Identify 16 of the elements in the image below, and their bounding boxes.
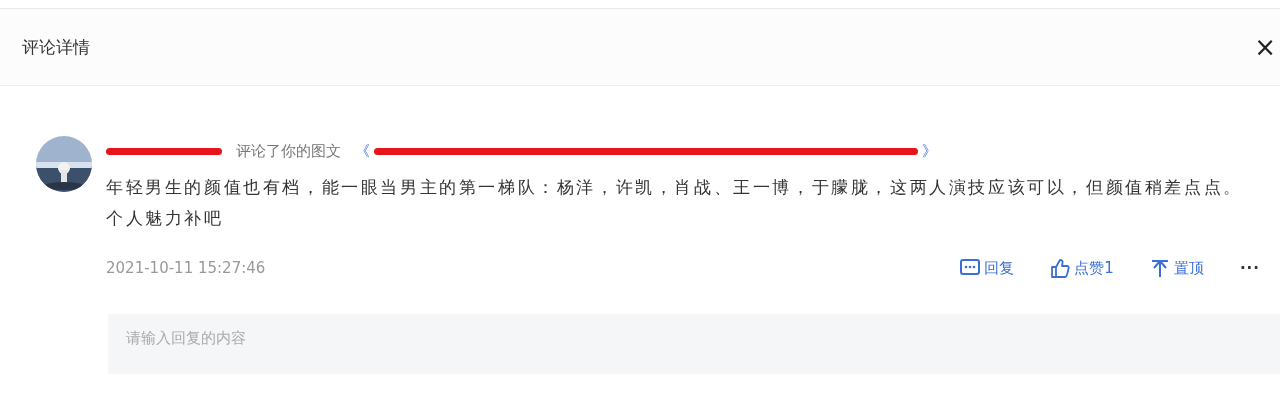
dialog-title: 评论详情 [22,35,90,59]
comment-text: 年轻男生的颜值也有档，能一眼当男主的第一梯队：杨洋，许凯，肖战、王一博，于朦胧，这两人演技应该可以，但颜值稍差点点。个人魅力补吧 [106,176,1244,230]
avatar [36,136,92,192]
more-button[interactable]: ··· [1239,259,1260,277]
comment-action-text: 评论了你的图文 [236,141,341,161]
comment-time: 2021-10-11 15:27:46 [106,259,266,277]
reply-button[interactable]: 回复 [960,258,1015,278]
pin-to-top-icon [1149,258,1170,278]
comment-icon [960,259,981,277]
thumbs-up-icon [1050,258,1071,278]
like-button[interactable]: 点赞1 [1050,258,1114,278]
article-title-bracket: 》 [922,141,937,161]
reply-input-field[interactable]: 请输入回复的内容 [108,314,1280,374]
close-button[interactable]: × [1254,32,1280,62]
pin-button[interactable]: 置顶 [1149,258,1204,278]
article-title-bracket: 《 [355,141,370,161]
